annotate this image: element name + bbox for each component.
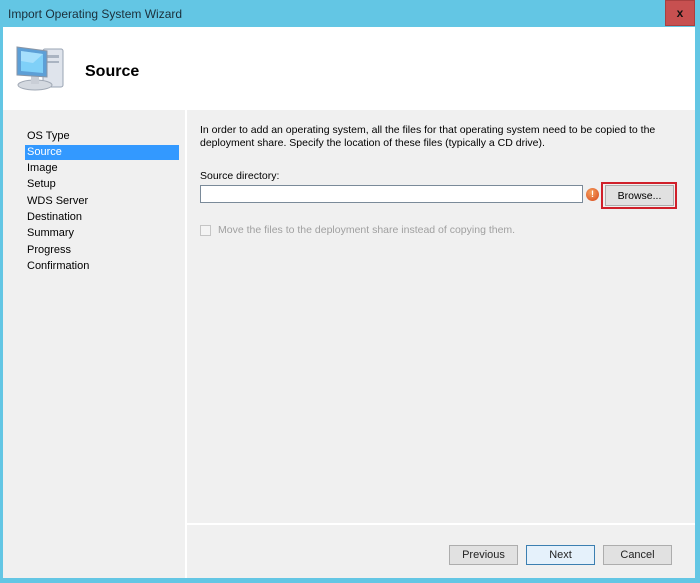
- browse-button[interactable]: Browse...: [605, 185, 674, 206]
- wizard-header: Source: [3, 27, 695, 110]
- cancel-button[interactable]: Cancel: [603, 545, 672, 565]
- previous-button[interactable]: Previous: [449, 545, 518, 565]
- error-icon: !: [586, 188, 599, 201]
- footer-divider: [187, 523, 695, 525]
- nav-item-progress[interactable]: Progress: [25, 243, 179, 258]
- source-directory-label: Source directory:: [200, 170, 280, 182]
- next-button[interactable]: Next: [526, 545, 595, 565]
- move-files-checkbox[interactable]: [200, 225, 211, 236]
- close-button[interactable]: x: [665, 0, 695, 26]
- nav-item-wds-server[interactable]: WDS Server: [25, 194, 179, 209]
- wizard-window: Source OS Type Source Image Setup WDS Se…: [3, 27, 695, 578]
- page-title: Source: [85, 63, 140, 80]
- window-title: Import Operating System Wizard: [8, 7, 183, 21]
- computer-icon: [16, 46, 64, 91]
- nav-item-confirmation[interactable]: Confirmation: [25, 259, 179, 274]
- close-icon: x: [676, 6, 684, 20]
- nav-item-image[interactable]: Image: [25, 161, 179, 176]
- wizard-step-nav: OS Type Source Image Setup WDS Server De…: [3, 110, 185, 578]
- nav-item-setup[interactable]: Setup: [25, 177, 179, 192]
- nav-item-source[interactable]: Source: [25, 145, 179, 160]
- source-directory-input[interactable]: [200, 185, 583, 203]
- nav-item-summary[interactable]: Summary: [25, 226, 179, 241]
- wizard-content: In order to add an operating system, all…: [187, 110, 695, 523]
- title-bar[interactable]: Import Operating System Wizard x: [0, 0, 700, 27]
- move-files-label: Move the files to the deployment share i…: [218, 224, 516, 236]
- instructions-text: In order to add an operating system, all…: [200, 124, 656, 149]
- nav-item-destination[interactable]: Destination: [25, 210, 179, 225]
- nav-item-os-type[interactable]: OS Type: [25, 129, 179, 144]
